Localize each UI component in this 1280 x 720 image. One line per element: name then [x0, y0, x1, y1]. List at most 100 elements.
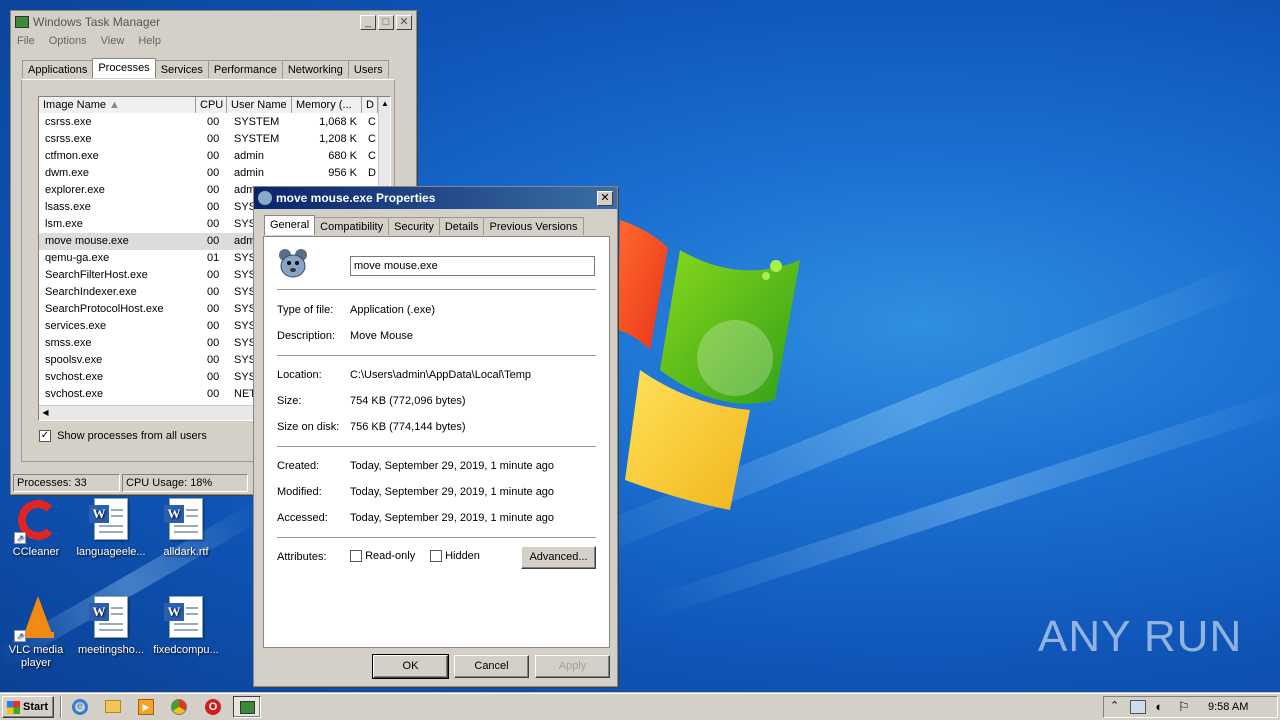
- mouse-app-icon: [258, 191, 272, 205]
- process-name: smss.exe: [45, 337, 92, 349]
- desktop-icon-ccleaner[interactable]: ↗ CCleaner: [0, 498, 72, 559]
- checkbox-icon[interactable]: [430, 550, 442, 563]
- scroll-left-arrow-icon[interactable]: ◀: [39, 406, 52, 420]
- word-document-icon: W: [89, 596, 133, 640]
- close-button[interactable]: ✕: [597, 190, 613, 206]
- column-header-memory[interactable]: Memory (...: [292, 97, 362, 113]
- properties-titlebar[interactable]: move mouse.exe Properties ✕: [254, 187, 617, 209]
- tab-strip: Applications Processes Services Performa…: [22, 58, 389, 78]
- opera-icon[interactable]: O: [205, 699, 221, 715]
- process-name: SearchProtocolHost.exe: [45, 303, 164, 315]
- task-manager-titlebar[interactable]: Windows Task Manager _ □ ✕: [11, 11, 416, 33]
- desktop-icon-meetingsho[interactable]: W meetingsho...: [75, 596, 147, 657]
- media-player-icon[interactable]: ▶: [138, 699, 154, 715]
- properties-dialog: move mouse.exe Properties ✕ General Comp…: [253, 186, 618, 687]
- anyrun-watermark: ANY RUN: [1038, 612, 1243, 661]
- show-hidden-icons-chevron-icon[interactable]: ⌃: [1110, 699, 1119, 712]
- explorer-folder-icon[interactable]: [105, 700, 121, 713]
- menu-options[interactable]: Options: [49, 35, 87, 47]
- cancel-button[interactable]: Cancel: [454, 655, 529, 678]
- ok-button[interactable]: OK: [372, 654, 449, 679]
- tab-services[interactable]: Services: [154, 60, 209, 78]
- description-value: Move Mouse: [350, 330, 413, 342]
- process-cpu: 01: [207, 252, 220, 264]
- desktop-icon-languageele[interactable]: W languageele...: [75, 498, 147, 559]
- desktop-icon-vlc[interactable]: ↗ VLC media player: [0, 596, 72, 670]
- process-cpu: 00: [207, 184, 220, 196]
- process-user: admin: [234, 150, 264, 162]
- apply-button[interactable]: Apply: [535, 655, 610, 678]
- clock[interactable]: 9:58 AM: [1208, 701, 1248, 713]
- show-all-processes-label: Show processes from all users: [57, 430, 207, 442]
- field-label: Type of file:: [277, 304, 334, 316]
- tab-compatibility[interactable]: Compatibility: [314, 217, 390, 235]
- process-memory: 1,068 K: [319, 116, 357, 128]
- tab-performance[interactable]: Performance: [207, 60, 283, 78]
- tab-security[interactable]: Security: [388, 217, 440, 235]
- task-manager-icon: [240, 701, 255, 714]
- separator: [277, 355, 596, 357]
- column-header-description[interactable]: D: [362, 97, 378, 113]
- chrome-icon[interactable]: [171, 699, 187, 715]
- process-name: qemu-ga.exe: [45, 252, 110, 264]
- desktop-icon-alldark[interactable]: W alldark.rtf: [150, 498, 222, 559]
- created-value: Today, September 29, 2019, 1 minute ago: [350, 460, 555, 472]
- process-row[interactable]: csrss.exe 00 SYSTEM 1,208 K C: [39, 131, 378, 148]
- column-header-image-name[interactable]: Image Name ▲: [39, 97, 196, 113]
- process-name: SearchFilterHost.exe: [45, 269, 148, 281]
- field-label: Size:: [277, 395, 302, 407]
- process-name: ctfmon.exe: [45, 150, 99, 162]
- show-all-processes-checkbox[interactable]: ✓ Show processes from all users: [39, 430, 207, 443]
- word-document-icon: W: [164, 498, 208, 542]
- process-row[interactable]: ctfmon.exe 00 admin 680 K C: [39, 148, 378, 165]
- close-button[interactable]: ✕: [396, 14, 412, 30]
- process-row[interactable]: dwm.exe 00 admin 956 K D: [39, 165, 378, 182]
- tab-details[interactable]: Details: [438, 217, 485, 235]
- process-cpu: 00: [207, 286, 220, 298]
- menu-view[interactable]: View: [101, 35, 125, 47]
- readonly-checkbox[interactable]: Read-only: [350, 550, 415, 563]
- menu-file[interactable]: File: [17, 35, 35, 47]
- hidden-checkbox[interactable]: Hidden: [430, 550, 480, 563]
- tab-processes[interactable]: Processes: [92, 58, 156, 78]
- tab-users[interactable]: Users: [347, 60, 389, 78]
- process-user: SYSTEM: [234, 116, 280, 128]
- desktop-icon-label: meetingsho...: [77, 644, 145, 656]
- checkbox-checked-icon[interactable]: ✓: [39, 430, 51, 443]
- process-description: D: [368, 167, 376, 179]
- field-label: Description:: [277, 330, 336, 342]
- action-center-flag-icon[interactable]: ⚐: [1178, 699, 1190, 715]
- scroll-up-arrow-icon[interactable]: ▲: [379, 97, 390, 110]
- process-row[interactable]: csrss.exe 00 SYSTEM 1,068 K C: [39, 114, 378, 131]
- menu-help[interactable]: Help: [138, 35, 161, 47]
- start-button[interactable]: Start: [2, 696, 54, 718]
- volume-icon[interactable]: ◖: [1154, 699, 1162, 714]
- desktop-icon-label: fixedcompu...: [153, 644, 219, 656]
- size-value: 754 KB (772,096 bytes): [350, 395, 466, 407]
- checkbox-icon[interactable]: [350, 550, 362, 563]
- internet-explorer-icon[interactable]: e: [72, 699, 88, 715]
- column-header-user-name[interactable]: User Name: [227, 97, 292, 113]
- taskbar-divider: [60, 696, 62, 718]
- task-manager-taskbar-button[interactable]: [233, 696, 261, 718]
- process-name: lsm.exe: [45, 218, 83, 230]
- word-document-icon: W: [89, 498, 133, 542]
- status-cpu-usage: CPU Usage: 18%: [122, 474, 248, 492]
- process-cpu: 00: [207, 269, 220, 281]
- tab-applications[interactable]: Applications: [22, 60, 94, 78]
- minimize-button[interactable]: _: [360, 14, 376, 30]
- maximize-button[interactable]: □: [378, 14, 394, 30]
- process-name: csrss.exe: [45, 133, 92, 145]
- process-cpu: 00: [207, 133, 220, 145]
- desktop-icon-fixedcompu[interactable]: W fixedcompu...: [150, 596, 222, 657]
- filename-field[interactable]: move mouse.exe: [350, 256, 595, 276]
- column-header-cpu[interactable]: CPU: [196, 97, 227, 113]
- tab-networking[interactable]: Networking: [281, 60, 349, 78]
- tab-previous-versions[interactable]: Previous Versions: [483, 217, 584, 235]
- advanced-button[interactable]: Advanced...: [521, 546, 596, 569]
- start-label: Start: [23, 701, 49, 713]
- process-cpu: 00: [207, 337, 220, 349]
- tab-general[interactable]: General: [264, 215, 316, 235]
- network-icon[interactable]: [1130, 700, 1146, 714]
- system-tray: ⌃ ◖ ⚐ 9:58 AM: [1103, 696, 1278, 718]
